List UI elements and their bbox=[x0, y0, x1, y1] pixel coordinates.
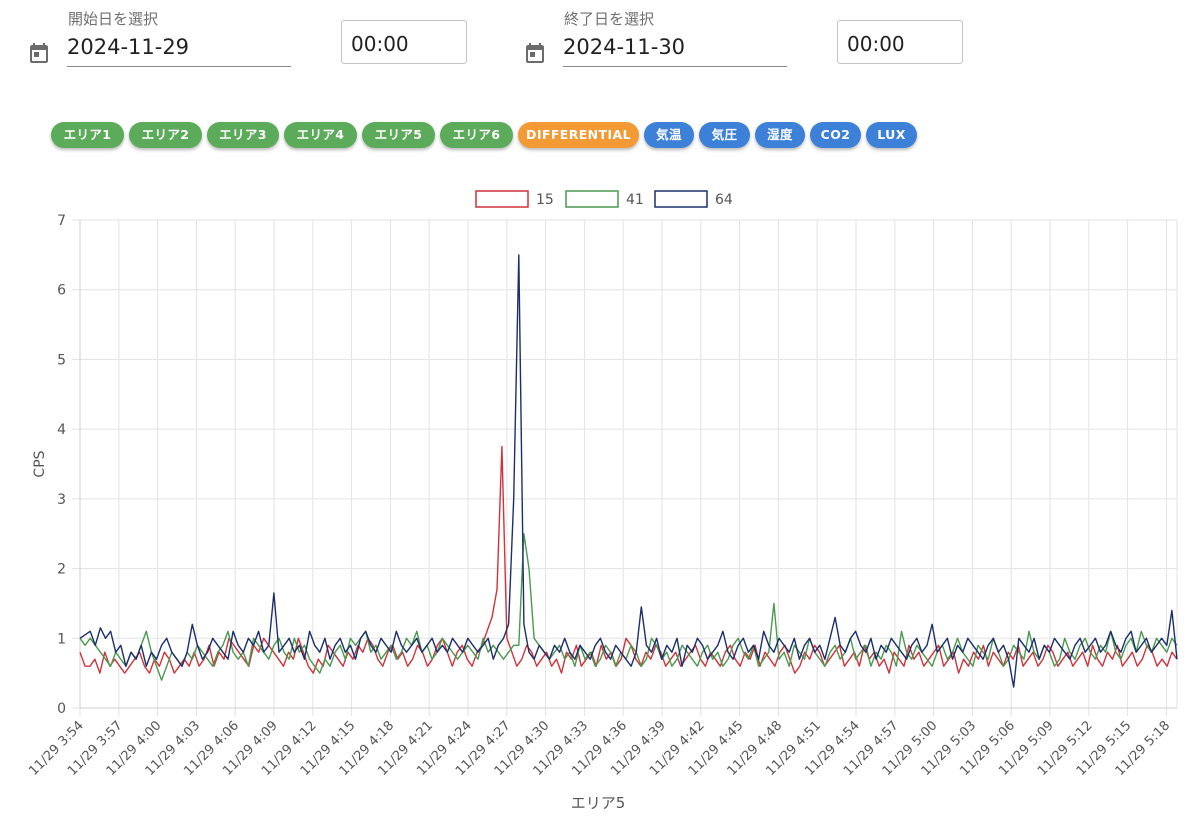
chip-pressure[interactable]: 気圧 bbox=[699, 122, 750, 148]
y-tick-label: 6 bbox=[57, 283, 66, 299]
chip-temperature[interactable]: 気温 bbox=[644, 122, 694, 148]
chip-area-2[interactable]: エリア2 bbox=[129, 122, 202, 148]
chip-co2[interactable]: CO2 bbox=[810, 122, 861, 148]
end-time-input[interactable]: 00:00 bbox=[837, 20, 963, 64]
cps-line-chart: 0123456711/29 3:5411/29 3:5711/29 4:0011… bbox=[26, 190, 1178, 812]
calendar-icon[interactable] bbox=[27, 41, 51, 67]
y-tick-label: 4 bbox=[57, 422, 66, 438]
chip-humidity[interactable]: 湿度 bbox=[755, 122, 805, 148]
chip-area-6[interactable]: エリア6 bbox=[440, 122, 513, 148]
end-date-label: 終了日を選択 bbox=[564, 10, 655, 28]
chip-area-4[interactable]: エリア4 bbox=[284, 122, 357, 148]
chip-area-5[interactable]: エリア5 bbox=[362, 122, 435, 148]
legend-swatch-64 bbox=[654, 190, 708, 208]
y-axis-title: CPS bbox=[32, 450, 48, 477]
legend-label-15: 15 bbox=[536, 192, 554, 208]
y-tick-label: 3 bbox=[57, 492, 66, 508]
legend-swatch-15 bbox=[475, 190, 529, 208]
chip-differential[interactable]: DIFFERENTIAL bbox=[518, 122, 639, 148]
start-date-underline bbox=[67, 66, 291, 67]
calendar-icon[interactable] bbox=[523, 41, 547, 67]
chip-area-3[interactable]: エリア3 bbox=[207, 122, 279, 148]
series-line-15 bbox=[79, 445, 1178, 674]
y-tick-label: 2 bbox=[57, 562, 66, 578]
chip-area-1[interactable]: エリア1 bbox=[51, 122, 124, 148]
y-tick-label: 0 bbox=[57, 701, 66, 717]
series-line-64 bbox=[79, 254, 1178, 688]
end-date-underline bbox=[563, 66, 787, 67]
chip-lux[interactable]: LUX bbox=[866, 122, 917, 148]
start-time-input[interactable]: 00:00 bbox=[341, 20, 467, 64]
start-date-label: 開始日を選択 bbox=[68, 10, 159, 28]
y-tick-label: 5 bbox=[57, 352, 66, 368]
y-tick-label: 7 bbox=[57, 213, 66, 229]
x-axis-title: エリア5 bbox=[571, 794, 626, 812]
legend-label-64: 64 bbox=[715, 192, 733, 208]
end-date-input[interactable]: 2024-11-30 bbox=[563, 35, 685, 59]
y-tick-label: 1 bbox=[57, 631, 66, 647]
start-date-input[interactable]: 2024-11-29 bbox=[67, 35, 189, 59]
start-date-group: 開始日を選択 2024-11-29 bbox=[0, 8, 300, 68]
end-date-group: 終了日を選択 2024-11-30 bbox=[496, 8, 796, 68]
legend-swatch-41 bbox=[565, 190, 619, 208]
legend-label-41: 41 bbox=[626, 192, 644, 208]
